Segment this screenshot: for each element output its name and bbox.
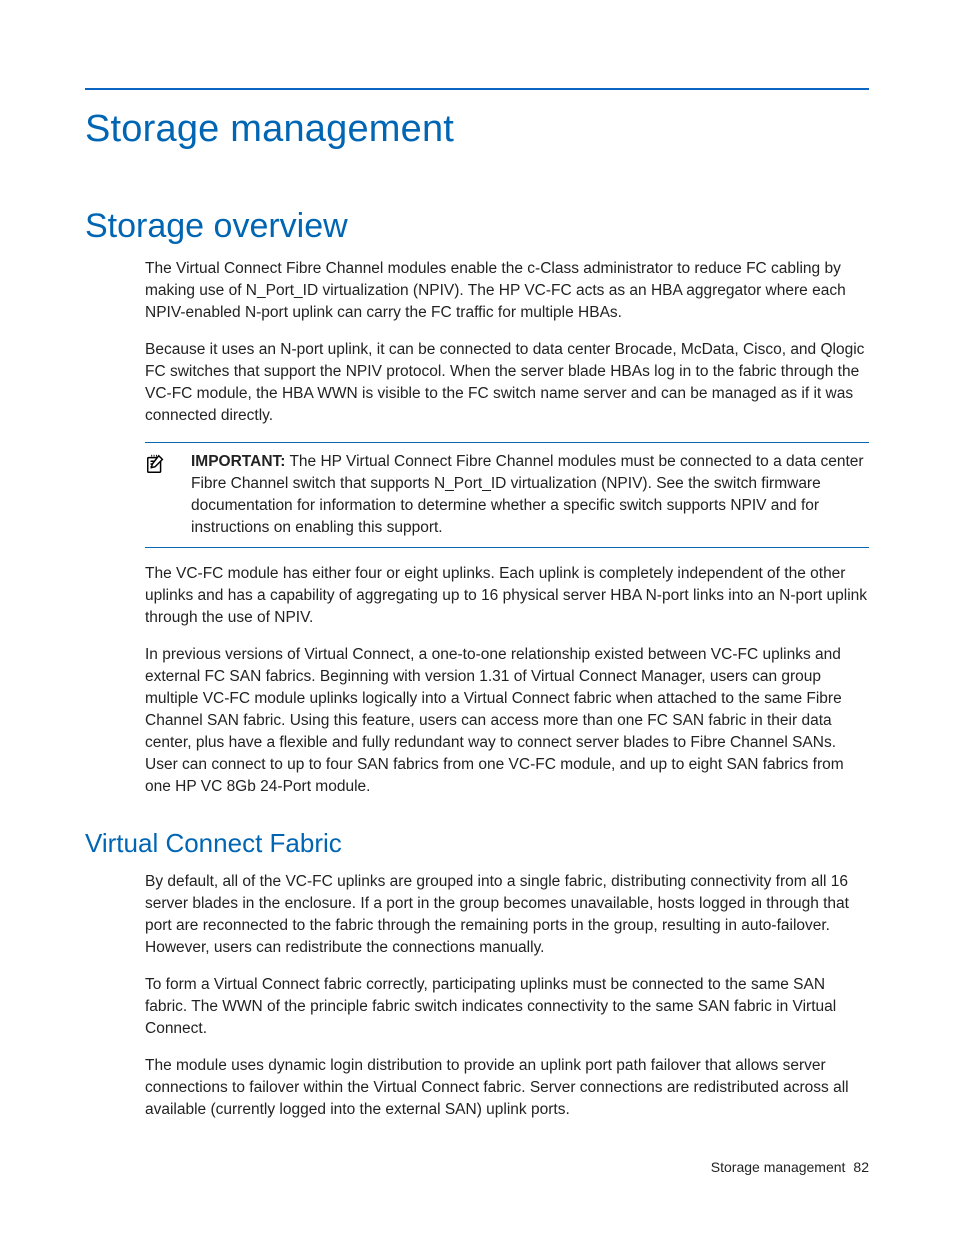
overview-paragraph-3: The VC-FC module has either four or eigh… <box>145 563 869 629</box>
callout-text: IMPORTANT: The HP Virtual Connect Fibre … <box>191 451 869 539</box>
page-footer: Storage management 82 <box>711 1159 869 1175</box>
footer-page-number: 82 <box>853 1159 869 1175</box>
top-rule <box>85 88 869 90</box>
fabric-paragraph-2: To form a Virtual Connect fabric correct… <box>145 974 869 1040</box>
overview-paragraph-2: Because it uses an N-port uplink, it can… <box>145 339 869 427</box>
heading-storage-overview: Storage overview <box>85 207 869 246</box>
footer-section: Storage management <box>711 1159 846 1175</box>
heading-virtual-connect-fabric: Virtual Connect Fabric <box>85 828 869 859</box>
overview-body: The Virtual Connect Fibre Channel module… <box>145 258 869 798</box>
callout-body: The HP Virtual Connect Fibre Channel mod… <box>191 453 864 536</box>
fabric-paragraph-3: The module uses dynamic login distributi… <box>145 1055 869 1121</box>
fabric-body: By default, all of the VC-FC uplinks are… <box>145 871 869 1121</box>
overview-paragraph-4: In previous versions of Virtual Connect,… <box>145 644 869 798</box>
overview-paragraph-1: The Virtual Connect Fibre Channel module… <box>145 258 869 324</box>
important-callout: IMPORTANT: The HP Virtual Connect Fibre … <box>145 442 869 548</box>
note-pencil-icon <box>145 453 167 480</box>
fabric-paragraph-1: By default, all of the VC-FC uplinks are… <box>145 871 869 959</box>
heading-storage-management: Storage management <box>85 108 869 151</box>
callout-inner: IMPORTANT: The HP Virtual Connect Fibre … <box>145 451 869 539</box>
document-page: Storage management Storage overview The … <box>0 0 954 1235</box>
callout-label: IMPORTANT: <box>191 453 285 470</box>
